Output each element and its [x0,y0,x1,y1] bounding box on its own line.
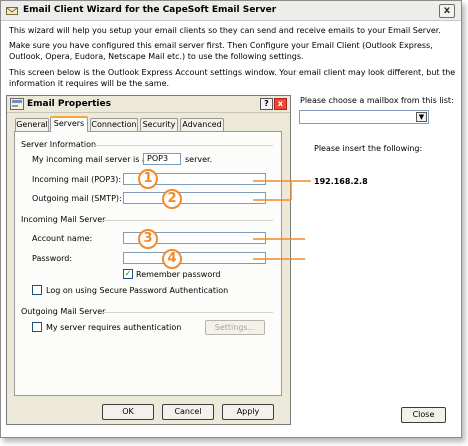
marker-3: 3 [138,229,158,249]
wizard-window: Email Client Wizard for the CapeSoft Ema… [0,0,462,438]
tab-advanced[interactable]: Advanced [180,118,224,131]
server-auth-label: My server requires authentication [46,323,182,332]
title-bar: Email Client Wizard for the CapeSoft Ema… [1,1,461,21]
spa-label: Log on using Secure Password Authenticat… [46,286,229,295]
mailbox-select[interactable]: ▼ [299,110,429,124]
help-icon: ? [264,99,269,108]
close-icon: x [277,99,284,108]
incoming-type-prefix: My incoming mail server is a [32,155,147,164]
envelope-icon [6,7,18,15]
close-icon: x [443,5,451,16]
tab-connection[interactable]: Connection [90,118,138,131]
properties-icon [10,98,24,110]
incoming-mail-server-heading: Incoming Mail Server [21,215,106,224]
close-button[interactable]: Close [401,407,446,423]
dialog-close-button[interactable]: x [274,98,287,110]
marker-4: 4 [162,249,182,269]
spa-checkbox[interactable] [32,285,42,295]
section-divider [103,312,273,313]
server-information-heading: Server Information [21,140,97,149]
insert-following-label: Please insert the following: [314,144,423,153]
dialog-title: Email Properties [27,99,111,109]
incoming-type-field[interactable]: POP3 [143,153,181,165]
incoming-type-suffix: server. [185,155,213,164]
remember-password-label: Remember password [136,270,221,279]
email-properties-dialog: Email Properties ? x General Servers Con… [6,95,291,425]
tab-servers[interactable]: Servers [50,116,88,132]
checkmark-icon: ✓ [124,269,132,278]
outgoing-mail-input[interactable] [123,192,266,204]
section-divider [95,145,273,146]
cancel-button[interactable]: Cancel [162,404,214,420]
incoming-mail-label: Incoming mail (POP3): [32,175,122,184]
password-label: Password: [32,254,73,263]
window-title: Email Client Wizard for the CapeSoft Ema… [23,5,277,15]
remember-password-checkbox[interactable]: ✓ [123,269,133,279]
intro-text-3: This screen below is the Outlook Express… [9,68,456,88]
outgoing-mail-label: Outgoing mail (SMTP): [32,194,122,203]
apply-button[interactable]: Apply [222,404,274,420]
marker-1: 1 [138,169,158,189]
dialog-title-bar: Email Properties ? x [7,96,290,113]
password-input[interactable] [123,252,266,264]
settings-button[interactable]: Settings... [205,320,265,335]
section-divider [103,220,273,221]
incoming-type-value: POP3 [147,154,169,163]
window-close-button[interactable]: x [439,4,455,18]
outgoing-mail-server-heading: Outgoing Mail Server [21,307,106,316]
intro-text-1: This wizard will help you setup your ema… [9,26,441,35]
choose-mailbox-label: Please choose a mailbox from this list: [300,96,454,105]
intro-text-2: Make sure you have configured this email… [9,41,433,61]
tab-general[interactable]: General [15,118,49,131]
server-auth-checkbox[interactable] [32,322,42,332]
help-button[interactable]: ? [260,98,273,110]
marker-2: 2 [162,189,182,209]
chevron-down-icon[interactable]: ▼ [416,112,427,122]
server-ip-value: 192.168.2.8 [314,177,368,186]
tab-security[interactable]: Security [140,118,178,131]
account-name-label: Account name: [32,234,93,243]
ok-button[interactable]: OK [102,404,154,420]
